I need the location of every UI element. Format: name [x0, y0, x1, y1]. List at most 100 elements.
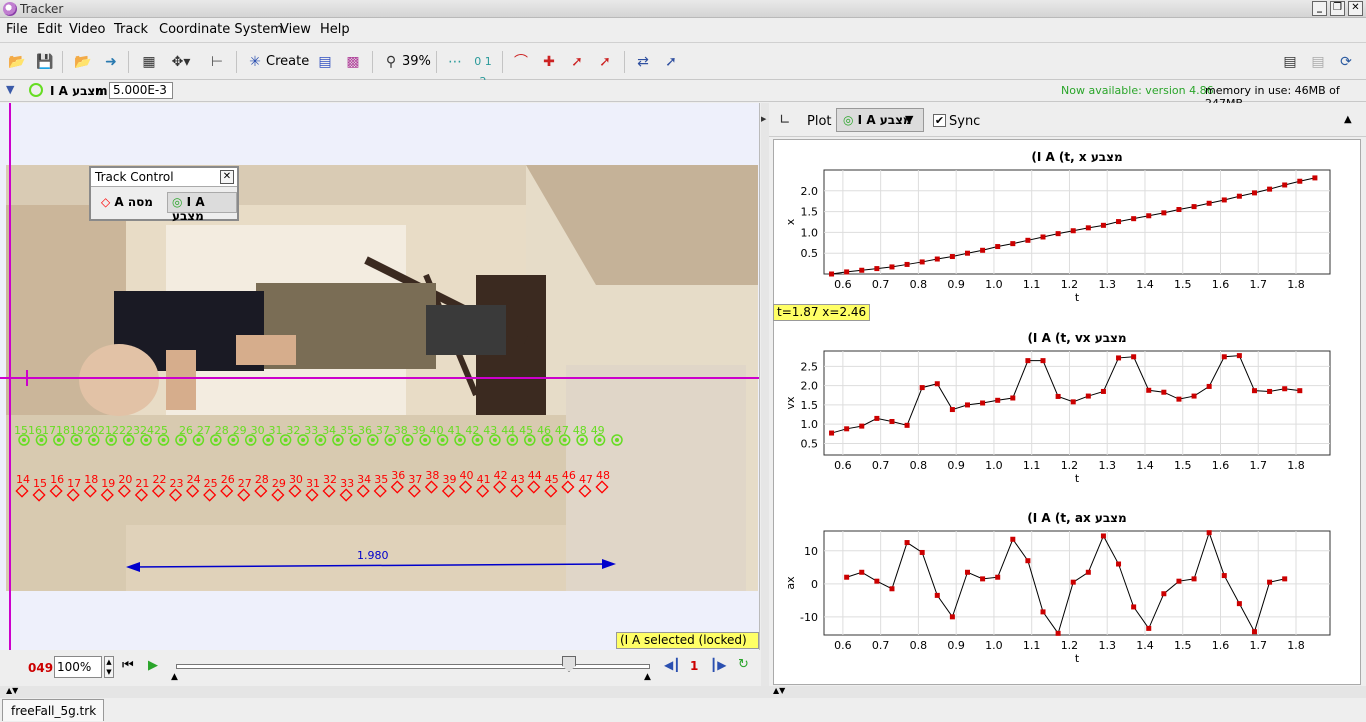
data-point[interactable]: [1221, 354, 1227, 360]
loop-icon[interactable]: ↻: [738, 657, 749, 672]
mass-input[interactable]: 5.000E-3: [109, 82, 173, 99]
data-point[interactable]: [1236, 601, 1242, 607]
menu-file[interactable]: File: [6, 22, 28, 37]
data-point[interactable]: [949, 614, 955, 620]
red-track-marker[interactable]: [49, 484, 63, 498]
data-point[interactable]: [1206, 200, 1212, 206]
red-track-marker[interactable]: [305, 488, 319, 502]
step-size[interactable]: 1: [690, 659, 698, 673]
zoom-input[interactable]: 100%: [54, 656, 102, 678]
red-track-marker[interactable]: [476, 484, 490, 498]
plots-area[interactable]: (I A (t, x מצבע 0.6 0.7 0.8 0.9 1.0 1.1 1.2 1.3 1…: [773, 139, 1361, 685]
data-point[interactable]: [1010, 395, 1016, 401]
data-point[interactable]: [1251, 629, 1257, 635]
data-point[interactable]: [1070, 228, 1076, 234]
extrapolate-icon[interactable]: ⇄: [632, 52, 654, 72]
red-track-marker[interactable]: [561, 480, 575, 494]
refresh-icon[interactable]: ⟳: [1335, 52, 1357, 72]
data-point[interactable]: [1146, 387, 1152, 393]
red-track-marker[interactable]: [100, 488, 114, 502]
data-point[interactable]: [964, 569, 970, 575]
acceleration-icon[interactable]: ➚: [594, 52, 616, 72]
data-point[interactable]: [859, 423, 865, 429]
data-point[interactable]: [1191, 576, 1197, 582]
red-track-marker[interactable]: [237, 488, 251, 502]
minimize-button[interactable]: _: [1312, 1, 1327, 16]
data-point[interactable]: [1176, 207, 1182, 213]
data-point[interactable]: [904, 261, 910, 267]
slider-thumb[interactable]: [562, 656, 576, 672]
data-point[interactable]: [1100, 388, 1106, 394]
track-control-item-i-a[interactable]: ◎ I A מצבע: [167, 192, 237, 223]
step-back-icon[interactable]: ◀┃: [664, 658, 680, 672]
page-icon[interactable]: ▤: [1307, 52, 1329, 72]
data-point[interactable]: [874, 415, 880, 421]
export-icon[interactable]: ➜: [100, 52, 122, 72]
data-point[interactable]: [904, 540, 910, 546]
data-point[interactable]: [1206, 530, 1212, 536]
menu-track[interactable]: Track: [114, 22, 148, 37]
save-icon[interactable]: 💾: [34, 52, 56, 72]
data-point[interactable]: [1040, 358, 1046, 364]
chevron-down-icon[interactable]: ▼: [905, 113, 913, 126]
red-track-marker[interactable]: [441, 484, 456, 498]
data-point[interactable]: [1161, 591, 1167, 597]
menu-view[interactable]: View: [280, 22, 311, 37]
video-panel[interactable]: 1516171819202122232425 26 27 28 29 30 31 32 33 34…: [0, 103, 760, 650]
data-point[interactable]: [1025, 237, 1031, 243]
red-track-marker[interactable]: [510, 484, 524, 498]
data-point[interactable]: [1131, 354, 1137, 360]
data-point[interactable]: [844, 574, 850, 580]
data-point[interactable]: [1176, 396, 1182, 402]
data-point[interactable]: [949, 407, 955, 413]
data-point[interactable]: [1070, 399, 1076, 405]
red-track-marker[interactable]: [544, 484, 558, 498]
data-point[interactable]: [844, 269, 850, 275]
data-point[interactable]: [919, 259, 925, 265]
tape-icon[interactable]: ⊢: [206, 52, 228, 72]
expand-down-icon[interactable]: ▲▼: [773, 686, 785, 695]
data-point[interactable]: [949, 254, 955, 260]
red-track-marker[interactable]: [322, 484, 336, 498]
data-point[interactable]: [874, 578, 880, 584]
data-point[interactable]: [934, 381, 940, 387]
data-point[interactable]: [1191, 393, 1197, 399]
data-point[interactable]: [1025, 558, 1031, 564]
red-track-marker[interactable]: [271, 488, 285, 502]
data-point[interactable]: [934, 256, 940, 262]
red-track-marker[interactable]: [168, 488, 183, 502]
notes-icon[interactable]: ▤: [1279, 52, 1301, 72]
step-forward-icon[interactable]: ┃▶: [710, 658, 726, 672]
data-point[interactable]: [1055, 393, 1061, 399]
data-point[interactable]: [1267, 388, 1273, 394]
end-marker-icon[interactable]: ▲: [644, 672, 651, 682]
data-point[interactable]: [889, 264, 895, 270]
data-point[interactable]: [1267, 579, 1273, 585]
data-point[interactable]: [859, 569, 865, 575]
data-point[interactable]: [859, 267, 865, 273]
data-point[interactable]: [1010, 241, 1016, 247]
data-point[interactable]: [1055, 231, 1061, 237]
data-point[interactable]: [1297, 178, 1303, 184]
filter-icon[interactable]: ▩: [342, 52, 364, 72]
data-point[interactable]: [964, 250, 970, 256]
data-point[interactable]: [1282, 386, 1288, 392]
start-marker-icon[interactable]: ▲: [171, 672, 178, 682]
data-point[interactable]: [1085, 569, 1091, 575]
data-point[interactable]: [1070, 579, 1076, 585]
data-point[interactable]: [1085, 225, 1091, 231]
plot-3[interactable]: (I A (t, ax מצבע 0.6 0.7 0.8 0.9 1.0 1.1 1.2 1.3…: [784, 511, 1331, 665]
velocity-icon[interactable]: ➚: [566, 52, 588, 72]
data-point[interactable]: [1131, 604, 1137, 610]
data-point[interactable]: [1161, 389, 1167, 395]
create-icon[interactable]: ✳: [244, 52, 266, 72]
data-point[interactable]: [1131, 216, 1137, 222]
data-point[interactable]: [1251, 190, 1257, 196]
collapse-up-icon[interactable]: ▲: [1344, 114, 1352, 125]
data-point[interactable]: [1251, 388, 1257, 394]
data-point[interactable]: [1191, 204, 1197, 210]
data-point[interactable]: [1236, 193, 1242, 199]
red-track-marker[interactable]: [356, 484, 370, 498]
zoom-level[interactable]: 39%: [402, 54, 431, 69]
play-icon[interactable]: ▶: [148, 658, 158, 673]
